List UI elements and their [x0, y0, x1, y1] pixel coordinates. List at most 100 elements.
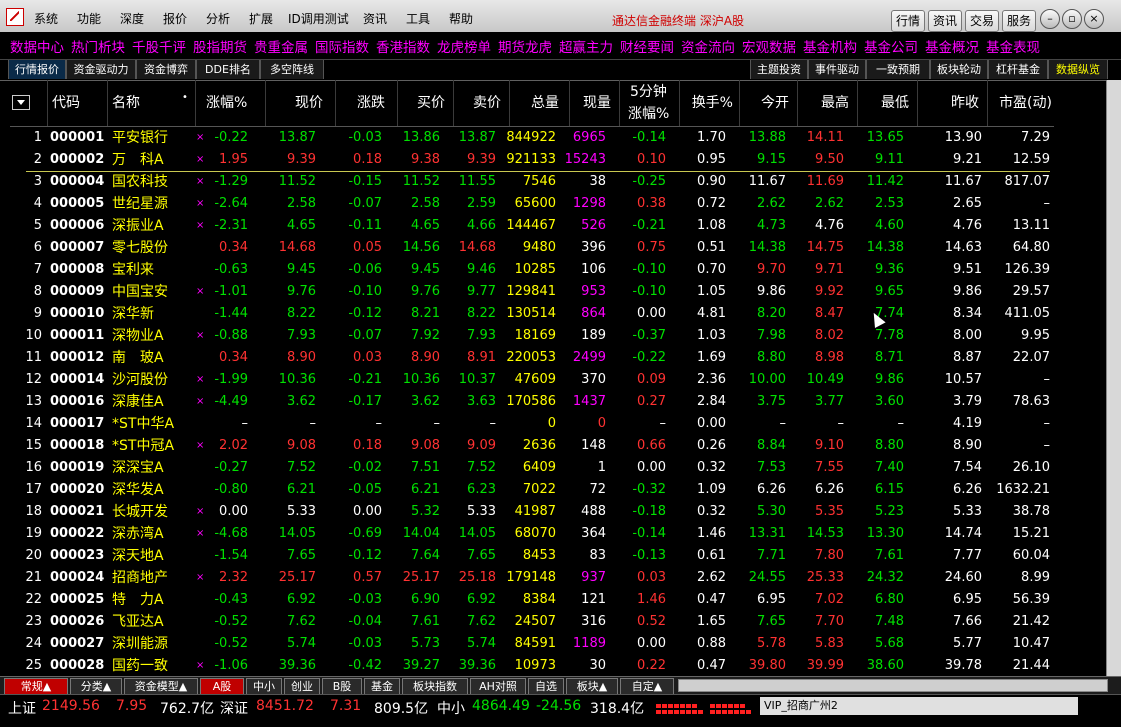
table-row[interactable]: 5 000006 深振业A × -2.31 4.65 -0.11 4.65 4.66 144467…	[0, 215, 1060, 237]
col-code[interactable]: 代码	[48, 80, 108, 126]
quick-hot-sectors[interactable]: 热门析块	[71, 36, 125, 56]
table-row[interactable]: 24 000027 深圳能源 -0.52 5.74 -0.03 5.73 5.74 84591 1…	[0, 633, 1060, 655]
quick-stock-review[interactable]: 千股千评	[132, 36, 186, 56]
table-row[interactable]: 1 000001 平安银行 × -0.22 13.87 -0.03 13.86 13.87 844…	[0, 127, 1060, 149]
minimize-icon[interactable]: –	[1040, 9, 1060, 29]
btab-b-share[interactable]: B股	[322, 678, 362, 695]
table-row[interactable]: 8 000009 中国宝安 × -1.01 9.76 -0.10 9.76 9.77 129841…	[0, 281, 1060, 303]
restore-icon[interactable]: ▫	[1062, 9, 1082, 29]
col-change-pct[interactable]: 涨幅%	[196, 80, 266, 126]
current-volume-cell: 121	[581, 592, 606, 607]
horizontal-scrollbar[interactable]	[678, 679, 1108, 692]
tab-consensus[interactable]: 一致预期	[866, 60, 930, 79]
quick-futures-dragon[interactable]: 期货龙虎	[498, 36, 552, 56]
total-volume-cell: 9480	[522, 240, 556, 255]
col-open[interactable]: 今开	[740, 80, 798, 126]
btab-category[interactable]: 分类▲	[70, 678, 122, 695]
table-row[interactable]: 25 000028 国药一致 × -1.06 39.36 -0.42 39.27 39.36 10…	[0, 655, 1060, 677]
col-high[interactable]: 最高	[798, 80, 858, 126]
tab-data-overview[interactable]: 数据纵览	[1048, 60, 1108, 79]
table-row[interactable]: 18 000021 长城开发 × 0.00 5.33 0.00 5.32 5.33 41987 48…	[0, 501, 1060, 523]
btab-sme[interactable]: 中小	[246, 678, 282, 695]
server-connection-label[interactable]: VIP_招商广州2	[760, 697, 1078, 715]
tab-fund-game[interactable]: 资金博弈	[136, 60, 196, 79]
5min-change-cell: 0.38	[637, 196, 666, 211]
col-low[interactable]: 最低	[858, 80, 918, 126]
col-turnover[interactable]: 换手%	[680, 80, 740, 126]
table-row[interactable]: 17 000020 深华发A -0.80 6.21 -0.05 6.21 6.23 7022 72…	[0, 479, 1060, 501]
col-ask[interactable]: 卖价	[454, 80, 510, 126]
table-row[interactable]: 22 000025 特 力A -0.43 6.92 -0.03 6.90 6.92 8384 12…	[0, 589, 1060, 611]
quick-index-futures[interactable]: 股指期货	[193, 36, 247, 56]
btab-custom[interactable]: 自定▲	[620, 678, 674, 695]
table-row[interactable]: 10 000011 深物业A × -0.88 7.93 -0.07 7.92 7.93 18169…	[0, 325, 1060, 347]
quick-global-index[interactable]: 国际指数	[315, 36, 369, 56]
table-row[interactable]: 4 000005 世纪星源 × -2.64 2.58 -0.07 2.58 2.59 65600 1…	[0, 193, 1060, 215]
col-prev-close[interactable]: 昨收	[918, 80, 988, 126]
quote-button[interactable]: 行情	[891, 10, 925, 32]
table-row[interactable]: 20 000023 深天地A -1.54 7.65 -0.12 7.64 7.65 8453 83…	[0, 545, 1060, 567]
btab-fund-model[interactable]: 资金模型▲	[124, 678, 198, 695]
btab-sector-index[interactable]: 板块指数	[402, 678, 468, 695]
quick-macro-data[interactable]: 宏观数据	[742, 36, 796, 56]
table-row[interactable]: 9 000010 深华新 -1.44 8.22 -0.12 8.21 8.22 130514 86…	[0, 303, 1060, 325]
col-change[interactable]: 涨跌	[336, 80, 398, 126]
tab-leveraged-fund[interactable]: 杠杆基金	[988, 60, 1048, 79]
change-pct-cell: -2.64	[214, 196, 248, 211]
tab-event-drive[interactable]: 事件驱动	[808, 60, 866, 79]
quick-fund-performance[interactable]: 基金表现	[986, 36, 1040, 56]
table-row[interactable]: 23 000026 飞亚达A -0.52 7.62 -0.04 7.61 7.62 24507 3…	[0, 611, 1060, 633]
col-volume[interactable]: 总量	[510, 80, 570, 126]
table-row[interactable]: 7 000008 宝利来 -0.63 9.45 -0.06 9.45 9.46 10285 106…	[0, 259, 1060, 281]
table-row[interactable]: 21 000024 招商地产 × 2.32 25.17 0.57 25.17 25.18 1791…	[0, 567, 1060, 589]
table-row[interactable]: 2 000002 万 科A × 1.95 9.39 0.18 9.38 9.39 921133 15…	[0, 149, 1060, 171]
table-row[interactable]: 12 000014 沙河股份 × -1.99 10.36 -0.21 10.36 10.37 47…	[0, 369, 1060, 391]
btab-ah-compare[interactable]: AH对照	[470, 678, 526, 695]
total-volume-cell: 65600	[514, 196, 556, 211]
col-pe[interactable]: 市盈(动)	[988, 80, 1054, 126]
col-bid[interactable]: 买价	[398, 80, 454, 126]
col-price[interactable]: 现价	[266, 80, 336, 126]
ask-price-cell: 5.74	[467, 636, 496, 651]
trade-button[interactable]: 交易	[965, 10, 999, 32]
tab-dde-rank[interactable]: DDE排名	[196, 60, 260, 79]
btab-watchlist[interactable]: 自选	[528, 678, 564, 695]
tab-theme-invest[interactable]: 主题投资	[750, 60, 808, 79]
btab-fund[interactable]: 基金	[364, 678, 400, 695]
btab-a-share[interactable]: A股	[200, 678, 244, 695]
quick-finance-news[interactable]: 财经要闻	[620, 36, 674, 56]
col-name[interactable]: 名称 •	[108, 80, 196, 126]
tab-sector-rotation[interactable]: 板块轮动	[930, 60, 988, 79]
tab-long-short[interactable]: 多空阵线	[260, 60, 324, 79]
col-5min-pct[interactable]: 5分钟 涨幅%	[620, 80, 680, 126]
service-button[interactable]: 服务	[1002, 10, 1036, 32]
quick-fund-institutions[interactable]: 基金机构	[803, 36, 857, 56]
quick-fund-overview[interactable]: 基金概况	[925, 36, 979, 56]
btab-general[interactable]: 常规▲	[4, 678, 68, 695]
current-volume-cell: 953	[581, 284, 606, 299]
change-cell: -0.12	[348, 548, 382, 563]
table-row[interactable]: 15 000018 *ST中冠A × 2.02 9.08 0.18 9.08 9.09 2636 1…	[0, 435, 1060, 457]
quick-main-force[interactable]: 超赢主力	[559, 36, 613, 56]
quick-data-center[interactable]: 数据中心	[10, 36, 64, 56]
table-row[interactable]: 11 000012 南 玻A 0.34 8.90 0.03 8.90 8.91 220053 24…	[0, 347, 1060, 369]
table-row[interactable]: 19 000022 深赤湾A × -4.68 14.05 -0.69 14.04 14.05 68…	[0, 523, 1060, 545]
table-row[interactable]: 6 000007 零七股份 0.34 14.68 0.05 14.56 14.68 9480 39…	[0, 237, 1060, 259]
quick-hk-index[interactable]: 香港指数	[376, 36, 430, 56]
table-row[interactable]: 14 000017 *ST中华A – – – – – 0 0 – 0.00 – – – 4.19 –	[0, 413, 1060, 435]
btab-sector[interactable]: 板块▲	[566, 678, 618, 695]
news-button[interactable]: 资讯	[928, 10, 962, 32]
vertical-scrollbar[interactable]	[1106, 80, 1121, 678]
quick-precious-metals[interactable]: 贵重金属	[254, 36, 308, 56]
table-row[interactable]: 13 000016 深康佳A × -4.49 3.62 -0.17 3.62 3.63 17058…	[0, 391, 1060, 413]
table-row[interactable]: 3 000004 国农科技 × -1.29 11.52 -0.15 11.52 11.55 754…	[0, 171, 1060, 193]
btab-chinext[interactable]: 创业	[284, 678, 320, 695]
col-current-volume[interactable]: 现量	[570, 80, 620, 126]
quick-fund-companies[interactable]: 基金公司	[864, 36, 918, 56]
quick-dragon-tiger[interactable]: 龙虎榜单	[437, 36, 491, 56]
tab-fund-drive[interactable]: 资金驱动力	[66, 60, 136, 79]
close-icon[interactable]: ×	[1084, 9, 1104, 29]
tab-quote-list[interactable]: 行情报价	[8, 60, 66, 79]
table-row[interactable]: 16 000019 深深宝A -0.27 7.52 -0.02 7.51 7.52 6409 1 0…	[0, 457, 1060, 479]
quick-fund-flow[interactable]: 资金流向	[681, 36, 735, 56]
